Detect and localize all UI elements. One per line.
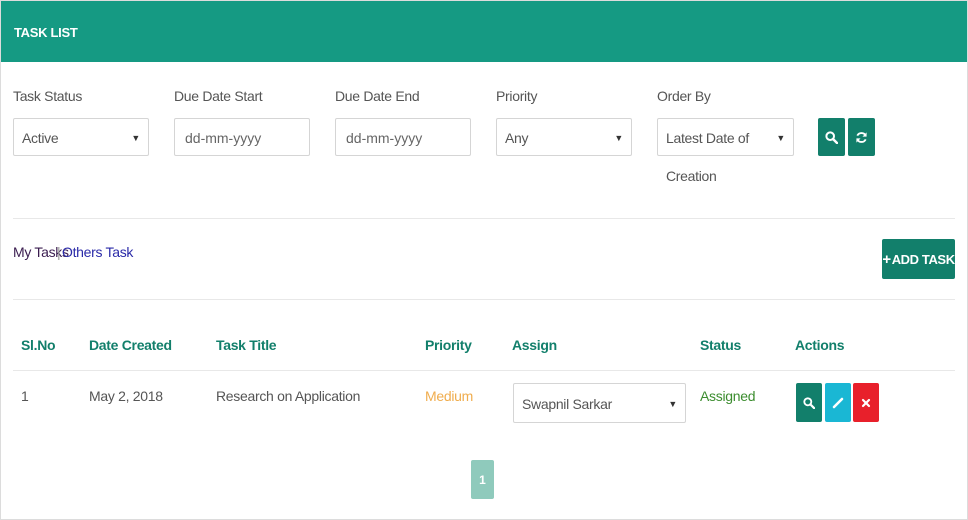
due-date-start-input[interactable]	[183, 129, 305, 147]
task-status-select[interactable]: Active ▼	[13, 118, 149, 156]
order-by-select[interactable]: Latest Date of Creation ▼	[657, 118, 794, 184]
search-icon	[825, 130, 838, 144]
refresh-button[interactable]	[848, 118, 875, 156]
page-frame	[0, 0, 968, 520]
column-header-actions: Actions	[795, 337, 845, 353]
table-header-divider	[13, 370, 955, 371]
task-status-label: Task Status	[13, 88, 83, 104]
due-date-end-field[interactable]	[335, 118, 471, 156]
priority-select[interactable]: Any ▼	[496, 118, 632, 156]
column-header-task-title: Task Title	[216, 337, 277, 353]
edit-task-button[interactable]	[825, 383, 851, 422]
tab-others-task[interactable]: Others Task	[62, 244, 133, 260]
view-task-button[interactable]	[796, 383, 822, 422]
caret-down-icon: ▼	[668, 399, 677, 409]
caret-down-icon: ▼	[614, 133, 623, 143]
divider	[13, 218, 955, 219]
caret-down-icon: ▼	[776, 133, 785, 143]
due-date-end-input[interactable]	[344, 129, 466, 147]
column-header-slno: Sl.No	[21, 337, 56, 353]
search-icon	[803, 396, 815, 409]
cell-date-created: May 2, 2018	[89, 388, 163, 404]
divider	[13, 299, 955, 300]
delete-task-button[interactable]	[853, 383, 879, 422]
cell-task-title: Research on Application	[216, 388, 361, 404]
column-header-priority: Priority	[425, 337, 472, 353]
pencil-icon	[832, 397, 844, 408]
cell-slno: 1	[21, 388, 29, 404]
task-status-value: Active	[22, 130, 59, 146]
add-task-button[interactable]: + ADD TASK	[882, 239, 955, 279]
tab-separator: |	[57, 244, 61, 260]
close-icon	[861, 398, 871, 407]
column-header-date-created: Date Created	[89, 337, 172, 353]
column-header-assign: Assign	[512, 337, 557, 353]
cell-priority: Medium	[425, 388, 473, 404]
assign-value: Swapnil Sarkar	[522, 396, 612, 412]
priority-filter-label: Priority	[496, 88, 538, 104]
order-by-label: Order By	[657, 88, 711, 104]
column-header-status: Status	[700, 337, 741, 353]
pagination-page-1[interactable]: 1	[471, 460, 494, 499]
page-title: TASK LIST	[14, 25, 78, 40]
caret-down-icon: ▼	[131, 133, 140, 143]
due-date-start-field[interactable]	[174, 118, 310, 156]
plus-icon: +	[882, 250, 891, 268]
due-date-end-label: Due Date End	[335, 88, 420, 104]
search-button[interactable]	[818, 118, 845, 156]
priority-value: Any	[505, 130, 529, 146]
assign-select[interactable]: Swapnil Sarkar ▼	[513, 383, 686, 423]
cell-status: Assigned	[700, 388, 756, 404]
task-list-header: TASK LIST	[1, 1, 967, 62]
refresh-icon	[856, 131, 867, 143]
due-date-start-label: Due Date Start	[174, 88, 263, 104]
add-task-label: ADD TASK	[891, 251, 955, 267]
